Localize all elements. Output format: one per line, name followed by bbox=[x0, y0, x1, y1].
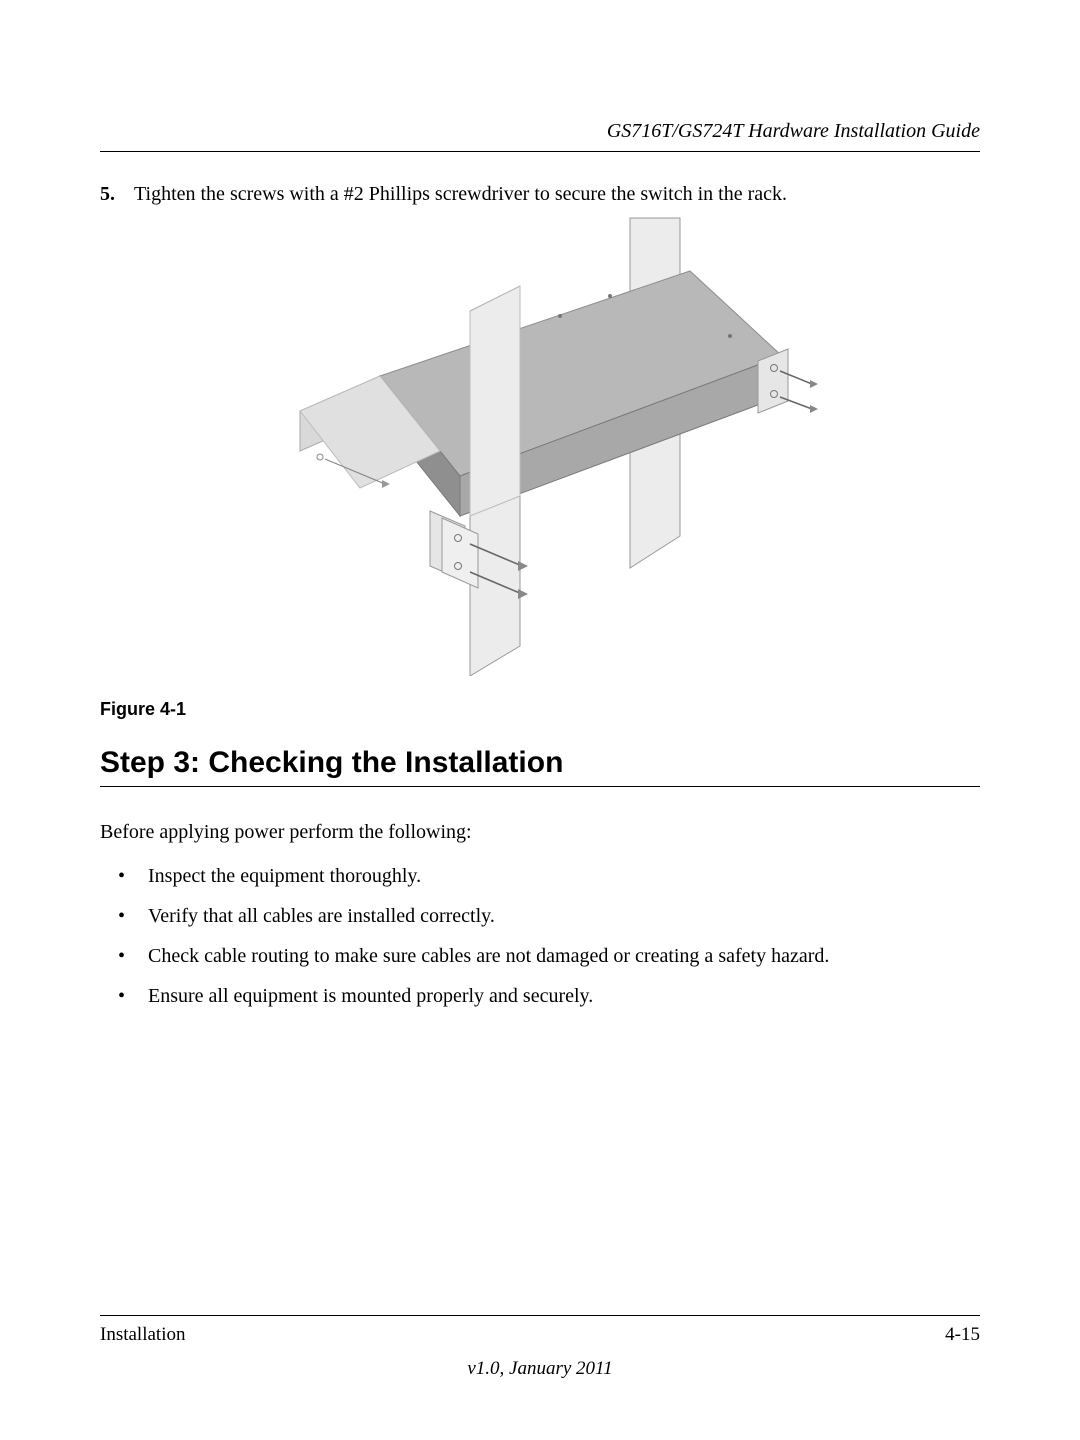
numbered-step: 5. Tighten the screws with a #2 Phillips… bbox=[100, 180, 980, 208]
page: GS716T/GS724T Hardware Installation Guid… bbox=[0, 0, 1080, 1440]
list-item: Ensure all equipment is mounted properly… bbox=[100, 980, 980, 1012]
bullet-list: Inspect the equipment thoroughly. Verify… bbox=[100, 860, 980, 1012]
rack-mount-illustration-icon bbox=[260, 216, 820, 681]
section-heading: Step 3: Checking the Installation bbox=[100, 746, 980, 780]
step-number: 5. bbox=[100, 180, 134, 208]
footer-rule bbox=[100, 1315, 980, 1316]
footer-version: v1.0, January 2011 bbox=[100, 1358, 980, 1380]
list-item: Verify that all cables are installed cor… bbox=[100, 900, 980, 932]
figure-caption: Figure 4-1 bbox=[100, 699, 980, 720]
header-rule bbox=[100, 151, 980, 152]
list-item: Check cable routing to make sure cables … bbox=[100, 940, 980, 972]
figure bbox=[100, 216, 980, 681]
footer-section: Installation bbox=[100, 1324, 185, 1346]
page-footer: Installation 4-15 v1.0, January 2011 bbox=[100, 1315, 980, 1380]
running-head: GS716T/GS724T Hardware Installation Guid… bbox=[100, 120, 980, 143]
section-rule bbox=[100, 786, 980, 787]
list-item: Inspect the equipment thoroughly. bbox=[100, 860, 980, 892]
section-intro: Before applying power perform the follow… bbox=[100, 821, 980, 844]
step-text: Tighten the screws with a #2 Phillips sc… bbox=[134, 180, 980, 208]
footer-page-number: 4-15 bbox=[945, 1324, 980, 1346]
